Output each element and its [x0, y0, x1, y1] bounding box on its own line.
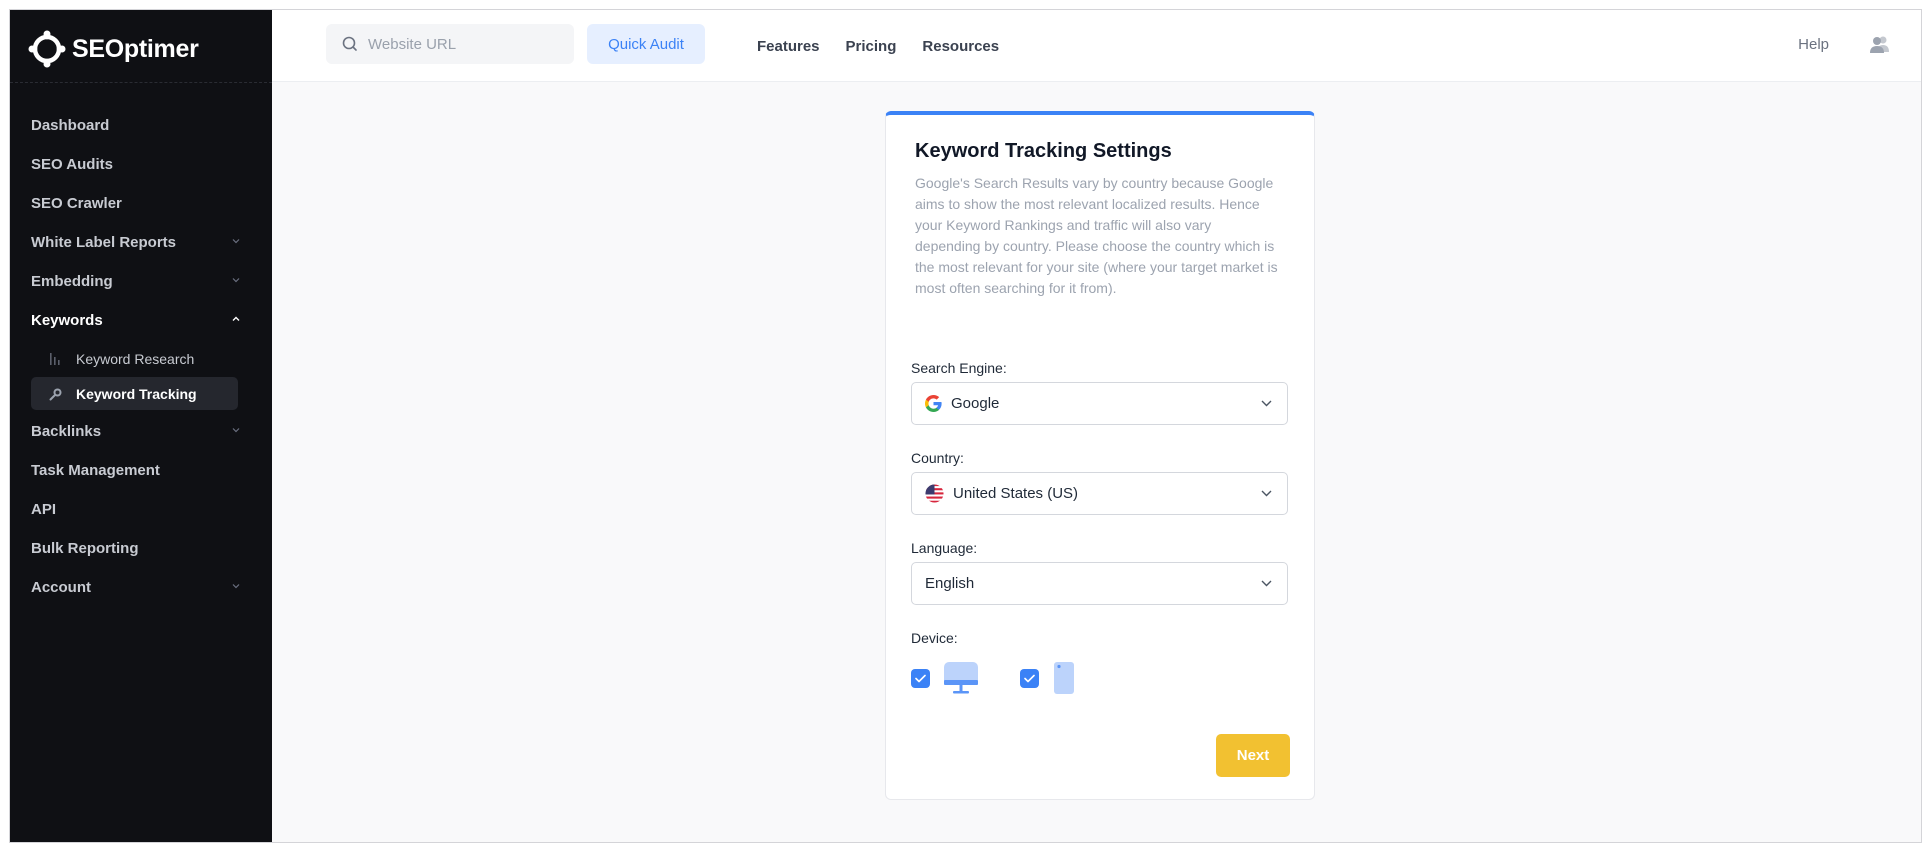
google-icon — [925, 395, 942, 412]
url-search-box[interactable] — [326, 24, 574, 64]
help-link[interactable]: Help — [1798, 36, 1829, 53]
sidebar-item-backlinks[interactable]: Backlinks — [10, 412, 272, 451]
chevron-down-icon — [1261, 400, 1272, 407]
bar-chart-icon — [50, 353, 60, 365]
sidebar-item-account[interactable]: Account — [10, 568, 272, 607]
country-value: United States (US) — [953, 485, 1079, 502]
sidebar-item-label: SEO Crawler — [31, 195, 122, 212]
sidebar-subitem-label: Keyword Tracking — [76, 385, 197, 402]
sidebar-item-seo-crawler[interactable]: SEO Crawler — [10, 184, 272, 223]
sidebar-item-label: Task Management — [31, 462, 160, 479]
country-label: Country: — [911, 450, 964, 466]
search-icon — [342, 36, 357, 51]
sidebar-item-label: Embedding — [31, 273, 113, 290]
chevron-up-icon — [232, 316, 240, 321]
app-window: SEOptimer Dashboard SEO Audits SEO Crawl… — [9, 9, 1922, 843]
brand-logo[interactable]: SEOptimer — [28, 24, 199, 74]
search-engine-label: Search Engine: — [911, 360, 1007, 376]
sidebar: SEOptimer Dashboard SEO Audits SEO Crawl… — [10, 10, 272, 842]
quick-audit-button[interactable]: Quick Audit — [587, 24, 705, 64]
mobile-icon — [1054, 662, 1074, 694]
search-engine-select[interactable]: Google — [911, 382, 1288, 425]
sidebar-nav: Dashboard SEO Audits SEO Crawler White L… — [10, 106, 272, 607]
chevron-down-icon — [232, 584, 240, 589]
card-description: Google's Search Results vary by country … — [915, 175, 1278, 296]
sidebar-item-seo-audits[interactable]: SEO Audits — [10, 145, 272, 184]
mobile-checkbox[interactable] — [1020, 668, 1039, 688]
sidebar-item-label: Bulk Reporting — [31, 540, 139, 557]
chevron-down-icon — [232, 278, 240, 283]
sidebar-item-keywords[interactable]: Keywords — [10, 301, 272, 340]
sidebar-item-bulk-reporting[interactable]: Bulk Reporting — [10, 529, 272, 568]
sidebar-subitem-keyword-tracking[interactable]: Keyword Tracking — [31, 377, 238, 410]
checkmark-icon — [1024, 674, 1035, 682]
top-nav: Features Pricing Resources — [757, 10, 999, 82]
sidebar-item-api[interactable]: API — [10, 490, 272, 529]
magnifier-icon — [49, 388, 62, 401]
top-bar: Quick Audit Features Pricing Resources H… — [272, 10, 1921, 82]
keyword-tracking-settings-card: Keyword Tracking Settings Google's Searc… — [885, 111, 1315, 800]
chevron-down-icon — [1261, 490, 1272, 497]
sidebar-item-label: Dashboard — [31, 117, 110, 134]
language-label: Language: — [911, 540, 978, 556]
device-label: Device: — [911, 630, 958, 646]
chevron-down-icon — [232, 239, 240, 244]
search-engine-value: Google — [951, 395, 1000, 412]
website-url-input[interactable] — [368, 35, 558, 53]
us-flag-icon — [925, 484, 944, 503]
desktop-checkbox[interactable] — [911, 668, 930, 688]
nav-link-pricing[interactable]: Pricing — [846, 38, 897, 55]
language-value: English — [925, 575, 975, 592]
brand-name: SEOptimer — [72, 34, 199, 63]
nav-link-features[interactable]: Features — [757, 38, 820, 55]
sidebar-item-label: SEO Audits — [31, 156, 113, 173]
sidebar-item-label: Account — [31, 579, 91, 596]
sidebar-item-dashboard[interactable]: Dashboard — [10, 106, 272, 145]
sidebar-item-embedding[interactable]: Embedding — [10, 262, 272, 301]
checkmark-icon — [915, 674, 926, 682]
sidebar-divider — [10, 82, 272, 83]
user-menu-icon[interactable] — [1869, 34, 1891, 54]
sidebar-item-label: White Label Reports — [31, 234, 177, 251]
nav-link-resources[interactable]: Resources — [922, 38, 999, 55]
sidebar-item-label: API — [31, 501, 57, 518]
sidebar-item-white-label-reports[interactable]: White Label Reports — [10, 223, 272, 262]
language-select[interactable]: English — [911, 562, 1288, 605]
sidebar-item-task-management[interactable]: Task Management — [10, 451, 272, 490]
chevron-down-icon — [232, 428, 240, 433]
card-title: Keyword Tracking Settings — [915, 140, 1172, 162]
device-options — [911, 662, 1074, 694]
chevron-down-icon — [1261, 580, 1272, 587]
sidebar-subitem-keyword-research[interactable]: Keyword Research — [31, 342, 238, 375]
country-select[interactable]: United States (US) — [911, 472, 1288, 515]
sidebar-item-label: Keywords — [31, 312, 103, 329]
desktop-icon — [944, 662, 978, 694]
sidebar-subitem-label: Keyword Research — [76, 350, 195, 367]
seoptimer-logo-icon — [28, 30, 66, 68]
sidebar-item-label: Backlinks — [31, 423, 102, 440]
next-button[interactable]: Next — [1216, 734, 1290, 777]
